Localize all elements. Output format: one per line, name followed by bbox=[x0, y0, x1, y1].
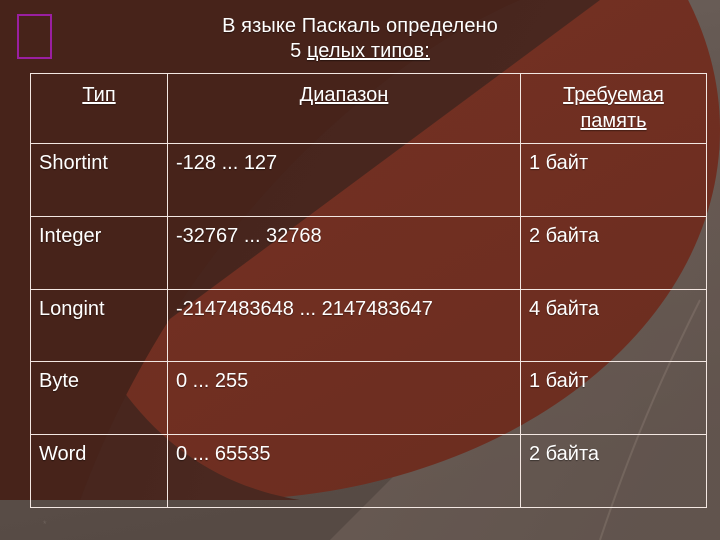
cell-memory: 1 байт bbox=[520, 143, 707, 217]
footer-marker: * bbox=[43, 519, 47, 529]
cell-type: Byte bbox=[30, 361, 168, 436]
cell-range: 0 ... 255 bbox=[167, 361, 521, 436]
purple-placeholder-box[interactable] bbox=[17, 14, 52, 59]
column-header-type-label: Тип bbox=[82, 84, 116, 106]
page-title: В языке Паскаль определено 5 целых типов… bbox=[60, 14, 660, 64]
cell-type: Integer bbox=[30, 215, 168, 290]
table-row: Shortint -128 ... 127 1 байт bbox=[30, 143, 707, 217]
cell-type: Word bbox=[30, 434, 168, 508]
column-header-range-label: Диапазон bbox=[299, 84, 389, 106]
title-line-1: В языке Паскаль определено bbox=[222, 15, 498, 37]
integer-types-table-wrapper: Тип Диапазон Требуемая память Shortint -… bbox=[30, 73, 707, 508]
cell-range: 0 ... 65535 bbox=[167, 434, 521, 508]
cell-memory: 1 байт bbox=[520, 361, 707, 436]
cell-range: -32767 ... 32768 bbox=[167, 215, 521, 290]
column-header-range: Диапазон bbox=[167, 73, 521, 144]
cell-memory: 4 байта bbox=[520, 288, 707, 363]
slide-canvas: В языке Паскаль определено 5 целых типов… bbox=[0, 0, 720, 540]
table-row: Word 0 ... 65535 2 байта bbox=[30, 434, 707, 508]
cell-memory: 2 байта bbox=[520, 215, 707, 290]
table-row: Byte 0 ... 255 1 байт bbox=[30, 361, 707, 436]
cell-type: Shortint bbox=[30, 143, 168, 217]
title-line-2: 5 целых типов: bbox=[60, 39, 660, 64]
cell-range: -2147483648 ... 2147483647 bbox=[167, 288, 521, 363]
column-header-memory: Требуемая память bbox=[520, 73, 707, 144]
column-header-type: Тип bbox=[30, 73, 168, 144]
column-header-memory-label: Требуемая память bbox=[563, 84, 664, 132]
integer-types-table: Тип Диапазон Требуемая память Shortint -… bbox=[30, 73, 707, 508]
table-row: Integer -32767 ... 32768 2 байта bbox=[30, 215, 707, 290]
cell-memory: 2 байта bbox=[520, 434, 707, 508]
cell-type: Longint bbox=[30, 288, 168, 363]
title-line-2-prefix: 5 bbox=[290, 40, 307, 62]
table-header-row: Тип Диапазон Требуемая память bbox=[30, 73, 707, 144]
table-row: Longint -2147483648 ... 2147483647 4 бай… bbox=[30, 288, 707, 363]
title-line-2-underlined: целых типов: bbox=[306, 40, 430, 62]
cell-range: -128 ... 127 bbox=[167, 143, 521, 217]
